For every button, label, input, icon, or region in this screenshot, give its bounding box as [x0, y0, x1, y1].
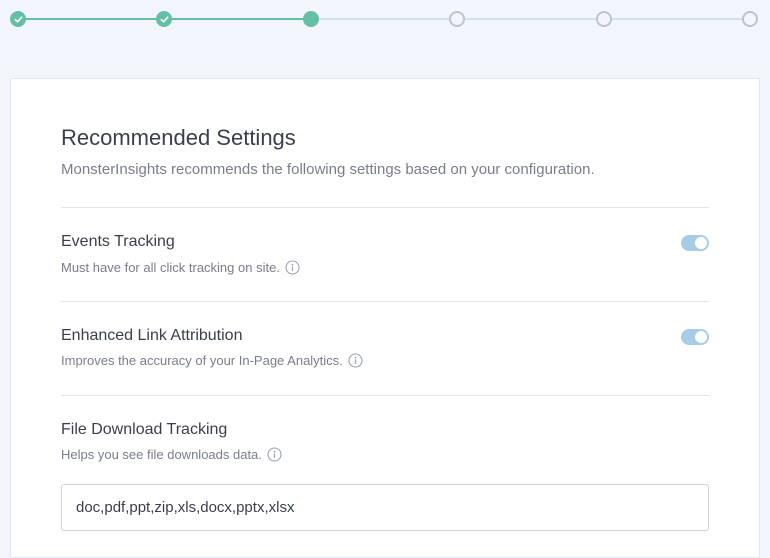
toggle-knob	[695, 331, 707, 343]
step-6-upcoming	[742, 11, 758, 27]
stepper-line-completed	[18, 18, 164, 20]
stepper-line-upcoming	[311, 18, 751, 20]
events-tracking-toggle[interactable]	[681, 235, 709, 251]
enhanced-link-attribution-toggle[interactable]	[681, 329, 709, 345]
divider	[61, 301, 709, 302]
recommended-settings-card: Recommended Settings MonsterInsights rec…	[10, 78, 760, 558]
step-1-completed	[10, 11, 26, 27]
enhanced-link-attribution-description: Improves the accuracy of your In-Page An…	[61, 353, 363, 368]
info-icon[interactable]	[285, 260, 300, 275]
divider	[61, 207, 709, 208]
enhanced-link-attribution-description-text: Improves the accuracy of your In-Page An…	[61, 353, 343, 368]
stepper-line-completed	[164, 18, 311, 20]
file-download-tracking-description: Helps you see file downloads data.	[61, 447, 282, 462]
check-icon	[160, 15, 168, 23]
step-4-upcoming	[449, 11, 465, 27]
toggle-knob	[695, 237, 707, 249]
events-tracking-description: Must have for all click tracking on site…	[61, 260, 300, 275]
step-2-completed	[156, 11, 172, 27]
card-subtitle: MonsterInsights recommends the following…	[61, 161, 595, 178]
enhanced-link-attribution-label: Enhanced Link Attribution	[61, 327, 243, 344]
step-3-current	[303, 11, 319, 27]
setup-wizard-stepper	[0, 0, 770, 40]
file-extensions-input[interactable]	[61, 484, 709, 531]
check-icon	[14, 15, 22, 23]
events-tracking-description-text: Must have for all click tracking on site…	[61, 260, 280, 275]
events-tracking-label: Events Tracking	[61, 233, 175, 250]
step-5-upcoming	[596, 11, 612, 27]
file-download-tracking-description-text: Helps you see file downloads data.	[61, 447, 262, 462]
info-icon[interactable]	[348, 353, 363, 368]
divider	[61, 395, 709, 396]
info-icon[interactable]	[267, 447, 282, 462]
file-download-tracking-label: File Download Tracking	[61, 421, 228, 438]
card-title: Recommended Settings	[61, 125, 296, 150]
